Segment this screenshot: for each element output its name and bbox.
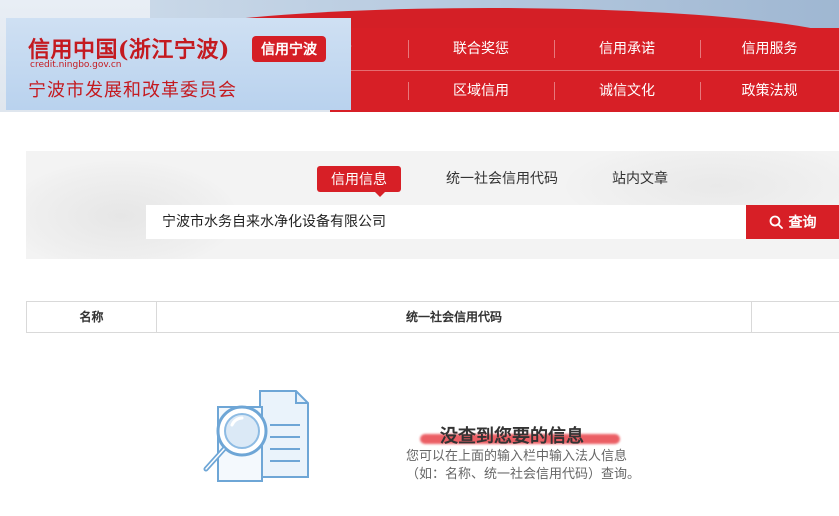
- nav-item-joint-reward[interactable]: 联合奖惩: [408, 28, 554, 70]
- main-nav: 示 联合奖惩 信用承诺 信用服务 用 区域信用 诚信文化 政策法规: [330, 28, 839, 112]
- logo-subtitle: 宁波市发展和改革委员会: [28, 80, 237, 101]
- search-button[interactable]: 查询: [746, 205, 839, 239]
- search-panel: 信用信息 统一社会信用代码 站内文章 宁波市水务自来水净化设备有限公司 查询: [26, 151, 839, 259]
- nav-row-1: 示 联合奖惩 信用承诺 信用服务: [330, 28, 839, 71]
- nav-item-regional-credit[interactable]: 区域信用: [408, 70, 554, 112]
- logo-url: credit.ningbo.gov.cn: [30, 60, 122, 70]
- nav-item-credit-commitment[interactable]: 信用承诺: [554, 28, 700, 70]
- site-header: 示 联合奖惩 信用承诺 信用服务 用 区域信用 诚信文化 政策法规 信用中国(浙…: [0, 0, 839, 112]
- active-tab-caret: [374, 191, 386, 197]
- logo-badge: 信用宁波: [252, 36, 326, 62]
- empty-state-hint-line1: 您可以在上面的输入栏中输入法人信息: [406, 449, 628, 464]
- column-header-credit-code: 统一社会信用代码: [157, 302, 752, 332]
- empty-state-hint-line2: （如：名称、统一社会信用代码）查询。: [406, 467, 641, 482]
- tab-credit-code[interactable]: 统一社会信用代码: [446, 168, 558, 188]
- search-button-label: 查询: [788, 215, 817, 231]
- tab-credit-info[interactable]: 信用信息: [317, 166, 401, 192]
- tab-site-articles[interactable]: 站内文章: [612, 168, 668, 188]
- nav-item-integrity-culture[interactable]: 诚信文化: [554, 70, 700, 112]
- site-logo[interactable]: 信用中国(浙江宁波) 信用宁波 credit.ningbo.gov.cn 宁波市…: [6, 18, 351, 110]
- search-input[interactable]: 宁波市水务自来水净化设备有限公司: [146, 205, 746, 239]
- column-header-name: 名称: [27, 302, 157, 332]
- nav-item-policy-regulations[interactable]: 政策法规: [700, 70, 839, 112]
- nav-row-2: 用 区域信用 诚信文化 政策法规: [330, 70, 839, 112]
- results-table-header: 名称 统一社会信用代码: [26, 301, 839, 333]
- no-results-illustration: [203, 390, 309, 482]
- search-icon: [769, 215, 783, 229]
- column-header-extra: [752, 302, 839, 332]
- nav-item-credit-service[interactable]: 信用服务: [700, 28, 839, 70]
